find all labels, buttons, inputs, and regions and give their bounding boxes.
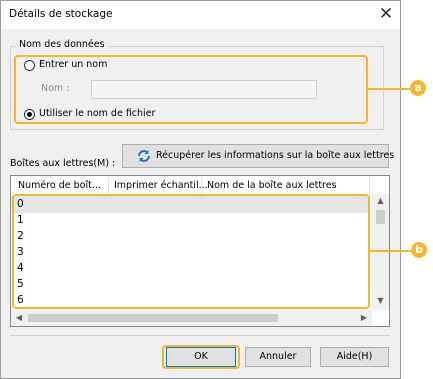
callout-b-highlight: [12, 194, 370, 309]
use-filename-radio[interactable]: [24, 109, 35, 120]
callout-b-badge: b: [411, 242, 427, 258]
data-name-group-legend: Nom des données: [16, 39, 108, 50]
name-label: Nom :: [41, 83, 70, 94]
help-button[interactable]: Aide(H): [320, 347, 389, 367]
use-filename-label[interactable]: Utiliser le nom de fichier: [39, 108, 155, 119]
dialog-title: Détails de stockage: [9, 8, 113, 20]
horizontal-scrollbar[interactable]: ◀ ▶: [11, 310, 372, 326]
column-header-mailbox-name[interactable]: Nom de la boîte aux lettres: [207, 180, 337, 191]
vertical-scroll-thumb[interactable]: [376, 210, 385, 224]
horizontal-scroll-thumb[interactable]: [28, 314, 278, 322]
callout-a-line: [368, 88, 410, 90]
scroll-down-icon[interactable]: ▼: [372, 296, 389, 305]
column-header-number[interactable]: Numéro de boît...: [18, 180, 101, 191]
callout-b-line: [370, 250, 412, 252]
scroll-left-icon[interactable]: ◀: [13, 313, 25, 322]
fetch-mailbox-info-label: Récupérer les informations sur la boîte …: [156, 150, 395, 161]
callout-a-badge: a: [410, 80, 426, 96]
column-separator[interactable]: [108, 177, 109, 195]
column-separator[interactable]: [369, 177, 370, 195]
column-separator[interactable]: [201, 177, 202, 195]
refresh-icon: [136, 148, 152, 167]
column-header-print-sample[interactable]: Imprimer échantil...: [114, 180, 208, 191]
scroll-up-icon[interactable]: ▲: [372, 196, 389, 205]
footer-divider: [10, 335, 390, 336]
ok-button[interactable]: OK: [166, 347, 236, 367]
enter-name-label[interactable]: Entrer un nom: [39, 59, 107, 70]
fetch-mailbox-info-button[interactable]: Récupérer les informations sur la boîte …: [122, 144, 394, 168]
vertical-scrollbar[interactable]: ▲ ▼: [372, 194, 389, 310]
name-field[interactable]: [91, 80, 317, 99]
scroll-right-icon[interactable]: ▶: [358, 313, 370, 322]
enter-name-radio[interactable]: [24, 60, 35, 71]
mailboxes-label: Boîtes aux lettres(M) :: [10, 158, 116, 169]
cancel-button[interactable]: Annuler: [245, 347, 311, 367]
close-icon[interactable]: ✕: [374, 2, 398, 26]
